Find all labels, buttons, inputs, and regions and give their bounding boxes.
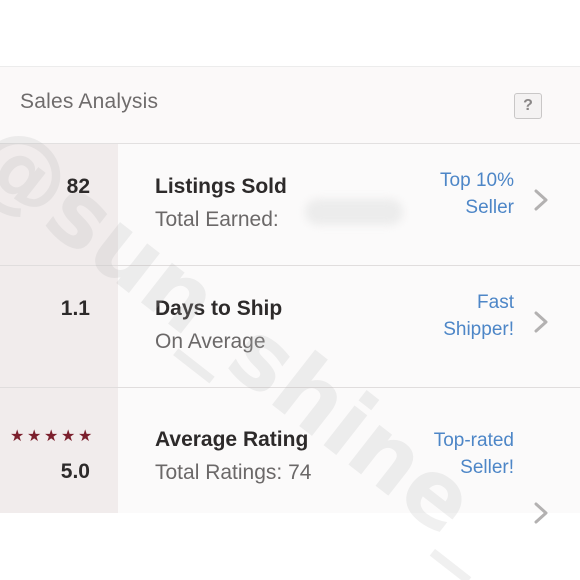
badge-line-1: Top 10%: [440, 170, 514, 191]
chevron-right-icon: [534, 189, 548, 211]
total-earned-label: Total Earned:: [155, 208, 279, 231]
chevron-right-icon: [534, 311, 548, 333]
card-header: Sales Analysis ?: [0, 67, 580, 144]
chevron-right-icon: [534, 502, 548, 524]
sales-analysis-card: Sales Analysis ? 82 Listings Sold Total …: [0, 66, 580, 524]
listings-sold-title: Listings Sold: [155, 175, 287, 198]
section-title: Sales Analysis: [20, 90, 159, 113]
fast-shipper-badge: Fast Shipper!: [443, 289, 514, 343]
listings-sold-row[interactable]: 82 Listings Sold Total Earned: Top 10% S…: [0, 144, 580, 266]
badge-line-2: Seller!: [460, 457, 514, 478]
average-rating-row[interactable]: ★ ★ ★ ★ ★ 5.0 Average Rating Total Ratin…: [0, 388, 580, 524]
badge-line-1: Top-rated: [433, 430, 514, 451]
days-to-ship-row[interactable]: 1.1 Days to Ship On Average Fast Shipper…: [0, 266, 580, 388]
star-icon: ★: [78, 428, 93, 445]
star-icon: ★: [61, 428, 76, 445]
help-button[interactable]: ?: [514, 93, 542, 119]
question-mark-icon: ?: [523, 97, 533, 114]
top-seller-badge: Top 10% Seller: [440, 167, 514, 221]
badge-line-2: Seller: [465, 197, 514, 218]
top-rated-badge: Top-rated Seller!: [434, 427, 514, 481]
rating-stars: ★ ★ ★ ★ ★: [10, 428, 93, 445]
days-to-ship-title: Days to Ship: [155, 297, 283, 320]
badge-line-2: Shipper!: [443, 319, 514, 340]
screenshot-frame: Sales Analysis ? 82 Listings Sold Total …: [0, 0, 580, 580]
badge-line-1: Fast: [477, 292, 514, 313]
star-icon: ★: [27, 428, 42, 445]
average-rating-title: Average Rating: [155, 428, 309, 451]
star-icon: ★: [44, 428, 59, 445]
average-rating-value: 5.0: [60, 460, 90, 483]
redacted-amount: [305, 199, 403, 225]
star-icon: ★: [10, 428, 25, 445]
on-average-label: On Average: [155, 330, 266, 353]
days-to-ship-value: 1.1: [60, 297, 90, 320]
total-ratings-label: Total Ratings: 74: [155, 461, 312, 484]
listings-sold-count: 82: [66, 175, 90, 198]
